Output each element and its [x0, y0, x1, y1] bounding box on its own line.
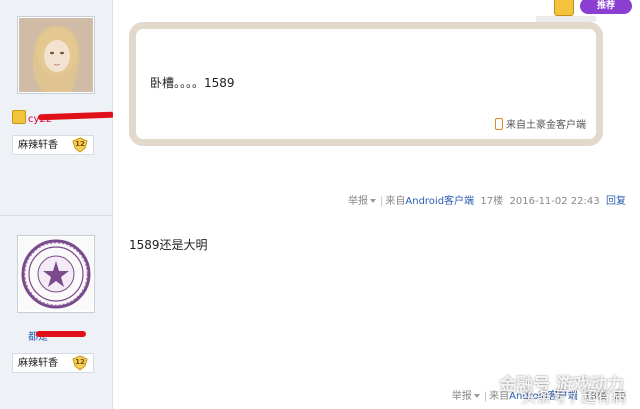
client-link[interactable]: Android客户端 [405, 196, 474, 207]
level-badge: 12 [72, 137, 88, 153]
user-tag: 麻辣轩香 12 [12, 353, 94, 373]
user-tag-label: 麻辣轩香 [18, 140, 58, 151]
chevron-down-icon[interactable] [370, 199, 377, 203]
chevron-down-icon[interactable] [473, 394, 480, 398]
post-footer: 举报 | 来自Android客户端 17楼 2016-11-02 22:43 回复 [348, 196, 626, 207]
report-link[interactable]: 举报 [348, 196, 368, 207]
post-bubble: 卧槽。。。。1589 来自土豪金客户端 [129, 22, 603, 146]
vip-badge-icon [12, 110, 26, 124]
post-time: 2016-11-02 22:43 [509, 196, 600, 207]
reply-link[interactable]: 回复 [606, 196, 626, 207]
watermark: 头条号 / 超有病 [521, 388, 626, 406]
floor-number: 17楼 [480, 196, 504, 207]
phone-icon [495, 118, 503, 130]
level-number: 12 [75, 140, 85, 148]
user-tag-label: 麻辣轩香 [18, 358, 58, 369]
level-number: 12 [75, 358, 85, 366]
post-content: 卧槽。。。。1589 [150, 76, 235, 90]
post-content-column: 推荐 卧槽。。。。1589 来自土豪金客户端 举报 | 来自Android客户端 1… [113, 0, 640, 409]
gold-badge-icon[interactable] [554, 0, 574, 16]
report-link[interactable]: 举报 [452, 391, 472, 402]
user-tag: 麻辣轩香 12 [12, 135, 94, 155]
avatar-seal-image [19, 237, 93, 311]
avatar[interactable] [17, 16, 95, 94]
avatar[interactable] [17, 235, 95, 313]
post-content: 1589还是大明 [129, 238, 208, 252]
promote-button[interactable]: 推荐 [580, 0, 632, 14]
avatar-girl-image [19, 18, 93, 92]
username-redaction [36, 331, 86, 337]
level-badge: 12 [72, 355, 88, 371]
client-tag: 来自土豪金客户端 [495, 116, 586, 131]
